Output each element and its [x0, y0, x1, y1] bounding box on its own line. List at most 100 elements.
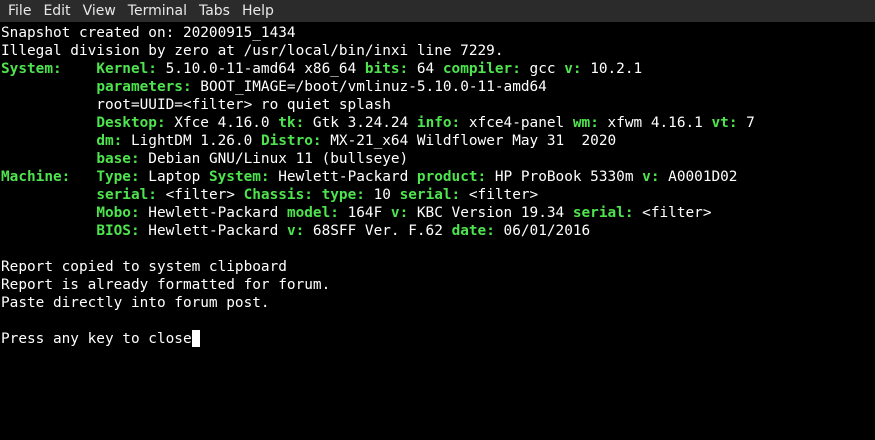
terminal-text: Snapshot created on: 20200915_1434 — [1, 25, 296, 41]
terminal-key-label: BIOS: — [96, 223, 140, 239]
terminal-text: 06/01/2016 — [494, 223, 591, 239]
terminal-line: Illegal division by zero at /usr/local/b… — [1, 42, 875, 60]
terminal-key-label: v: — [390, 205, 409, 221]
terminal-key-label: Distro: — [260, 133, 322, 149]
terminal-key-label: product: — [416, 169, 487, 185]
terminal-key-label: v: — [286, 223, 305, 239]
terminal-line: System: Kernel: 5.10.0-11-amd64 x86_64 b… — [1, 60, 875, 78]
terminal-key-label: serial: — [399, 187, 461, 203]
terminal-line: Snapshot created on: 20200915_1434 — [1, 24, 875, 42]
menu-tabs[interactable]: Tabs — [193, 0, 236, 22]
terminal-key-label: parameters: — [96, 79, 192, 95]
terminal-window: File Edit View Terminal Tabs Help Snapsh… — [0, 0, 875, 440]
terminal-text: <filter> — [156, 187, 244, 203]
terminal-text: 68SFF Ver. F.62 — [304, 223, 452, 239]
terminal-text: 5.10.0-11-amd64 x86_64 — [156, 61, 365, 77]
terminal-text: xfwm 4.16.1 — [598, 115, 712, 131]
terminal-text: BOOT_IMAGE=/boot/vmlinuz-5.10.0-11-amd64 — [191, 79, 547, 95]
terminal-key-label: serial: — [96, 187, 157, 203]
terminal-text: gcc — [520, 61, 565, 77]
terminal-key-label: Machine: — [1, 169, 97, 185]
terminal-line: root=UUID=<filter> ro quiet splash — [1, 96, 875, 114]
terminal-line: base: Debian GNU/Linux 11 (bullseye) — [1, 150, 875, 168]
terminal-line: Desktop: Xfce 4.16.0 tk: Gtk 3.24.24 inf… — [1, 114, 875, 132]
terminal-text: Gtk 3.24.24 — [304, 115, 417, 131]
terminal-key-label: vt: — [711, 115, 738, 131]
terminal-text: Hewlett-Packard — [269, 169, 417, 185]
terminal-key-label: System: — [208, 169, 270, 185]
terminal-text: Report copied to system clipboard — [1, 259, 287, 275]
menu-view[interactable]: View — [77, 0, 122, 22]
terminal-text: <filter> — [460, 187, 539, 203]
terminal-text: MX-21_x64 Wildflower May 31 2020 — [321, 133, 617, 149]
terminal-text: 164F — [338, 205, 391, 221]
terminal-text: A0001D02 — [659, 169, 738, 185]
terminal-key-label: date: — [451, 223, 495, 239]
terminal-key-label: type: — [321, 187, 365, 203]
terminal-text: LightDM 1.26.0 — [122, 133, 261, 149]
terminal-key-label: v: — [564, 61, 582, 77]
menu-help[interactable]: Help — [236, 0, 280, 22]
terminal-key-label: serial: — [572, 205, 634, 221]
terminal-line: Report copied to system clipboard — [1, 258, 875, 276]
terminal-text: Paste directly into forum post. — [1, 295, 270, 311]
terminal-key-label: tk: — [278, 115, 305, 131]
terminal-line: dm: LightDM 1.26.0 Distro: MX-21_x64 Wil… — [1, 132, 875, 150]
terminal-key-label: Chassis: — [243, 187, 313, 203]
terminal-key-label: Desktop: — [96, 115, 166, 131]
terminal-text: 64 — [408, 61, 443, 77]
terminal-line: Mobo: Hewlett-Packard model: 164F v: KBC… — [1, 204, 875, 222]
terminal-key-label: dm: — [96, 133, 123, 149]
menu-bar: File Edit View Terminal Tabs Help — [0, 0, 875, 22]
terminal-line: BIOS: Hewlett-Packard v: 68SFF Ver. F.62… — [1, 222, 875, 240]
terminal-key-label: Type: — [96, 169, 140, 185]
terminal-text: xfce4-panel — [460, 115, 573, 131]
terminal-line: Machine: Type: Laptop System: Hewlett-Pa… — [1, 168, 875, 186]
terminal-key-label: v: — [642, 169, 660, 185]
terminal-line: Press any key to close — [1, 330, 875, 348]
terminal-key-label: info: — [416, 115, 461, 131]
terminal-text: <filter> — [633, 205, 712, 221]
terminal-key-label: System: — [1, 61, 97, 77]
terminal-text: Report is already formatted for forum. — [1, 277, 331, 293]
menu-edit[interactable]: Edit — [37, 0, 76, 22]
terminal-text: 10 — [364, 187, 400, 203]
terminal-key-label: compiler: — [442, 61, 521, 77]
terminal-line: parameters: BOOT_IMAGE=/boot/vmlinuz-5.1… — [1, 78, 875, 96]
terminal-text: root=UUID=<filter> ro quiet splash — [1, 97, 391, 113]
terminal-text: Debian GNU/Linux 11 (bullseye) — [139, 151, 409, 167]
terminal-text: HP ProBook 5330m — [486, 169, 643, 185]
terminal-key-label: wm: — [572, 115, 599, 131]
terminal-key-label: bits: — [364, 61, 409, 77]
terminal-key-label: Kernel: — [96, 61, 157, 77]
terminal-key-label: base: — [96, 151, 140, 167]
terminal-key-label: Mobo: — [96, 205, 140, 221]
terminal-line: Report is already formatted for forum. — [1, 276, 875, 294]
terminal-key-label: model: — [286, 205, 339, 221]
terminal-text: Xfce 4.16.0 — [165, 115, 279, 131]
text-cursor — [191, 330, 200, 347]
terminal-output[interactable]: Snapshot created on: 20200915_1434 Illega… — [1, 24, 875, 440]
terminal-text: 10.2.1 — [581, 61, 643, 77]
menu-terminal[interactable]: Terminal — [122, 0, 193, 22]
terminal-text: Press any key to close — [1, 331, 192, 347]
terminal-text: Illegal division by zero at /usr/local/b… — [1, 43, 504, 59]
terminal-line: Paste directly into forum post. — [1, 294, 875, 312]
menu-file[interactable]: File — [2, 0, 37, 22]
terminal-text: Hewlett-Packard — [139, 205, 287, 221]
terminal-text: Hewlett-Packard — [139, 223, 287, 239]
terminal-text: Laptop — [139, 169, 209, 185]
terminal-text: KBC Version 19.34 — [408, 205, 573, 221]
terminal-line: serial: <filter> Chassis: type: 10 seria… — [1, 186, 875, 204]
terminal-text: 7 — [737, 115, 755, 131]
